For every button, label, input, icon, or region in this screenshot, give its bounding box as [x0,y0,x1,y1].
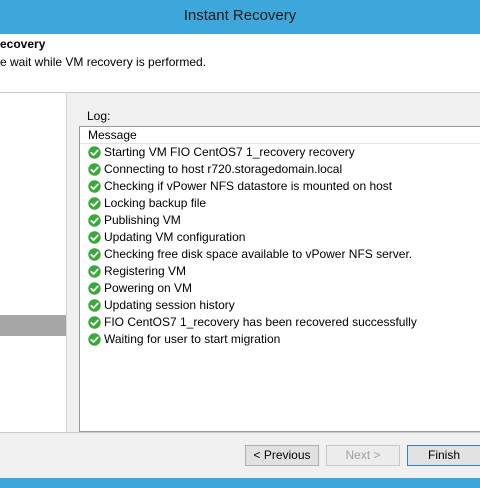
step-navigation [0,93,67,433]
finish-button-label: Finish [427,448,460,462]
log-label: Log: [87,109,111,123]
log-list[interactable]: Message Starting VM FIO CentOS7 1_recove… [79,126,480,432]
log-entry[interactable]: Checking free disk space available to vP… [80,246,480,263]
success-check-icon [88,214,101,227]
log-rows: Starting VM FIO CentOS7 1_recovery recov… [80,144,480,348]
next-button-label: Next > [345,448,381,462]
log-entry-text: Waiting for user to start migration [104,332,281,346]
step-title: ecovery [0,37,46,51]
log-entry-text: Starting VM FIO CentOS7 1_recovery recov… [104,145,355,159]
log-entry-text: Publishing VM [104,213,181,227]
success-check-icon [88,282,101,295]
success-check-icon [88,265,101,278]
log-entry[interactable]: Publishing VM [80,212,480,229]
log-entry-text: Checking free disk space available to vP… [104,247,413,261]
success-check-icon [88,231,101,244]
success-check-icon [88,299,101,312]
title-bar: Instant Recovery [0,0,480,34]
button-bar: < Previous Next > Finish [0,433,480,478]
success-check-icon [88,146,101,159]
log-entry-text: Checking if vPower NFS datastore is moun… [104,179,393,193]
success-check-icon [88,180,101,193]
step-description: e wait while VM recovery is performed. [0,55,207,69]
log-entry-text: Connecting to host r720.storagedomain.lo… [104,162,343,176]
window-title: Instant Recovery [183,7,297,24]
success-check-icon [88,197,101,210]
log-entry[interactable]: Registering VM [80,263,480,280]
wizard-header: ecovery e wait while VM recovery is perf… [0,34,480,92]
next-button[interactable]: Next > [326,445,400,466]
step-item-selected[interactable] [0,315,66,336]
log-entry[interactable]: FIO CentOS7 1_recovery has been recovere… [80,314,480,331]
log-entry[interactable]: Connecting to host r720.storagedomain.lo… [80,161,480,178]
finish-button[interactable]: Finish [407,445,480,466]
log-entry-text: Locking backup file [104,196,207,210]
log-entry[interactable]: Powering on VM [80,280,480,297]
log-entry[interactable]: Updating session history [80,297,480,314]
log-entry[interactable]: Updating VM configuration [80,229,480,246]
previous-button[interactable]: < Previous [245,445,319,466]
success-check-icon [88,316,101,329]
success-check-icon [88,248,101,261]
log-entry[interactable]: Checking if vPower NFS datastore is moun… [80,178,480,195]
window-bottom-border [0,478,480,488]
log-entry[interactable]: Waiting for user to start migration [80,331,480,348]
log-entry-text: Powering on VM [104,281,193,295]
log-entry-text: FIO CentOS7 1_recovery has been recovere… [104,315,417,329]
log-entry[interactable]: Starting VM FIO CentOS7 1_recovery recov… [80,144,480,161]
success-check-icon [88,333,101,346]
log-entry-text: Updating session history [104,298,235,312]
log-entry[interactable]: Locking backup file [80,195,480,212]
log-entry-text: Registering VM [104,264,187,278]
previous-button-label: < Previous [253,448,311,462]
log-column-header[interactable]: Message [80,127,480,144]
success-check-icon [88,163,101,176]
log-entry-text: Updating VM configuration [104,230,246,244]
wizard-body: Log: Message Starting VM FIO CentOS7 1_r… [0,93,480,433]
